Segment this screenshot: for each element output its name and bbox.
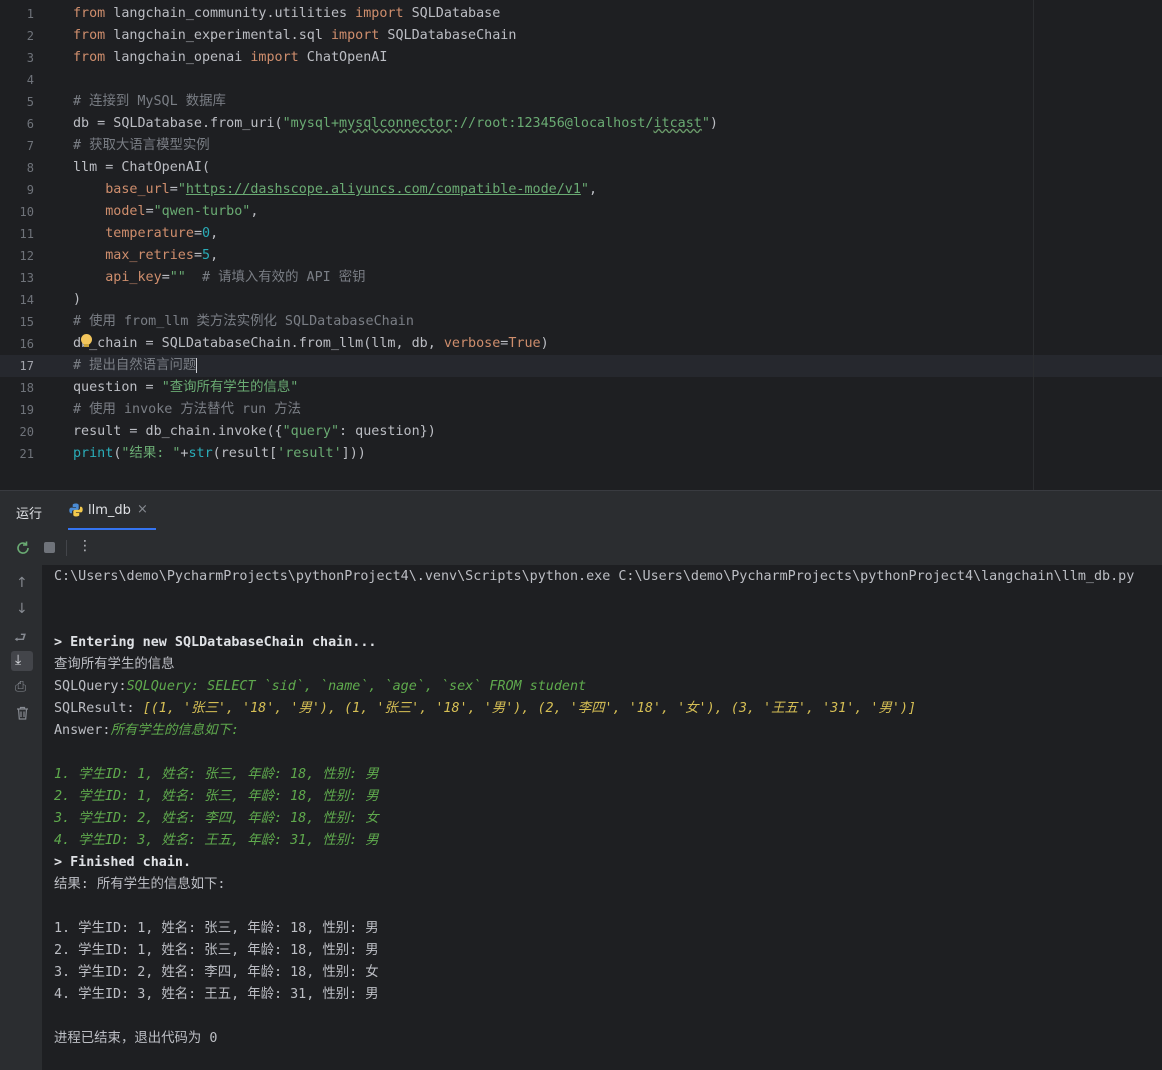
code-line-6: db = SQLDatabase.from_uri("mysql+mysqlco…	[73, 116, 718, 131]
line-number: 9	[26, 183, 34, 197]
line-number: 15	[19, 315, 34, 329]
line-number-gutter: 1 2 3 4 5 6 7 8 9 10 11 12 13 14 15 16 1…	[0, 0, 52, 490]
code-line-9: base_url="https://dashscope.aliyuncs.com…	[105, 182, 598, 197]
code-line-14: )	[73, 292, 82, 307]
code-line-3: from langchain_openai import ChatOpenAI	[73, 50, 388, 65]
arrow-down-icon[interactable]: ↓	[16, 601, 28, 617]
run-toolbar: ⋮	[0, 531, 1162, 565]
close-icon[interactable]: ×	[137, 502, 148, 517]
code-line-7: # 获取大语言模型实例	[73, 138, 210, 153]
line-number: 13	[19, 271, 34, 285]
code-line-1: from langchain_community.utilities impor…	[73, 6, 501, 21]
console-sqlresult: SQLResult: [(1, '张三', '18', '男'), (1, '张…	[54, 701, 917, 716]
tab-label: llm_db	[88, 503, 131, 518]
line-number-current: 17	[19, 359, 34, 373]
run-panel-title: 运行	[16, 507, 43, 522]
console-command: C:\Users\demo\PycharmProjects\pythonProj…	[54, 569, 1135, 584]
stop-icon[interactable]	[44, 542, 55, 553]
code-line-8: llm = ChatOpenAI(	[73, 160, 211, 175]
console-question: 查询所有学生的信息	[54, 657, 175, 672]
line-number: 8	[26, 161, 34, 175]
console-output[interactable]: C:\Users\demo\PycharmProjects\pythonProj…	[42, 565, 1162, 1070]
console-item: 4. 学生ID: 3, 姓名: 王五, 年龄: 31, 性别: 男	[54, 987, 379, 1002]
console-finished: > Finished chain.	[54, 855, 192, 870]
line-number: 21	[19, 447, 34, 461]
active-tab-indicator	[68, 528, 156, 530]
code-line-10: model="qwen-turbo",	[105, 204, 259, 219]
code-line-20: result = db_chain.invoke({"query": quest…	[73, 424, 436, 439]
lightbulb-icon[interactable]	[81, 334, 92, 347]
scroll-to-end-icon: ⤓	[15, 652, 22, 668]
code-line-12: max_retries=5,	[105, 248, 219, 263]
line-number: 7	[26, 139, 34, 153]
console-green-item: 3. 学生ID: 2, 姓名: 李四, 年龄: 18, 性别: 女	[54, 811, 379, 826]
text-caret	[196, 357, 198, 373]
console-entering: > Entering new SQLDatabaseChain chain...	[54, 635, 377, 650]
console-green-item: 4. 学生ID: 3, 姓名: 王五, 年龄: 31, 性别: 男	[54, 833, 379, 848]
line-number: 19	[19, 403, 34, 417]
print-icon[interactable]: ⎙	[15, 679, 26, 695]
console-item: 1. 学生ID: 1, 姓名: 张三, 年龄: 18, 性别: 男	[54, 921, 379, 936]
console-result-line: 结果: 所有学生的信息如下:	[54, 877, 226, 892]
console-green-item: 1. 学生ID: 1, 姓名: 张三, 年龄: 18, 性别: 男	[54, 767, 379, 782]
right-margin-guide	[1033, 0, 1034, 490]
code-line-18: question = "查询所有学生的信息"	[73, 380, 299, 395]
code-line-11: temperature=0,	[105, 226, 219, 241]
arrow-up-icon[interactable]: ↑	[16, 575, 28, 591]
line-number: 10	[19, 205, 34, 219]
code-line-19: # 使用 invoke 方法替代 run 方法	[73, 402, 302, 417]
console-exit-status: 进程已结束，退出代码为 0	[54, 1031, 218, 1046]
run-panel-header: 运行 llm_db ×	[0, 491, 1162, 531]
code-line-5: # 连接到 MySQL 数据库	[73, 94, 226, 109]
console-item: 2. 学生ID: 1, 姓名: 张三, 年龄: 18, 性别: 男	[54, 943, 379, 958]
line-number: 14	[19, 293, 34, 307]
line-number: 1	[26, 7, 34, 21]
url-link[interactable]: https://dashscope.aliyuncs.com/compatibl…	[186, 182, 581, 197]
line-number: 6	[26, 117, 34, 131]
code-line-2: from langchain_experimental.sql import S…	[73, 28, 517, 43]
line-number: 11	[19, 227, 34, 241]
code-editor[interactable]: 1 2 3 4 5 6 7 8 9 10 11 12 13 14 15 16 1…	[0, 0, 1162, 490]
line-number: 2	[26, 29, 34, 43]
tab-llm-db[interactable]: llm_db ×	[68, 491, 156, 531]
console-sqlquery: SQLQuery:SQLQuery: SELECT `sid`, `name`,…	[54, 679, 587, 694]
python-file-icon	[69, 503, 83, 517]
code-line-17: # 提出自然语言问题	[73, 357, 198, 373]
line-number: 5	[26, 95, 34, 109]
code-line-13: api_key="" # 请填入有效的 API 密钥	[105, 270, 366, 285]
rerun-icon[interactable]	[15, 540, 31, 556]
more-options-icon[interactable]: ⋮	[78, 539, 92, 553]
console-green-item: 2. 学生ID: 1, 姓名: 张三, 年龄: 18, 性别: 男	[54, 789, 379, 804]
line-number: 20	[19, 425, 34, 439]
line-number: 3	[26, 51, 34, 65]
line-number: 4	[26, 73, 34, 87]
console-side-toolbar: ↑ ↓ ⮐ ⤓ ⎙	[0, 565, 42, 1070]
console-item: 3. 学生ID: 2, 姓名: 李四, 年龄: 18, 性别: 女	[54, 965, 379, 980]
soft-wrap-icon[interactable]: ⮐	[14, 627, 27, 651]
line-number: 16	[19, 337, 34, 351]
trash-icon[interactable]	[16, 706, 29, 720]
code-line-15: # 使用 from_llm 类方法实例化 SQLDatabaseChain	[73, 314, 414, 329]
code-line-16: db_chain = SQLDatabaseChain.from_llm(llm…	[73, 336, 549, 351]
line-number: 12	[19, 249, 34, 263]
code-line-21: print("结果: "+str(result['result']))	[73, 446, 366, 461]
console-answer: Answer:所有学生的信息如下:	[54, 723, 240, 738]
line-number: 18	[19, 381, 34, 395]
toolbar-separator	[66, 540, 67, 556]
